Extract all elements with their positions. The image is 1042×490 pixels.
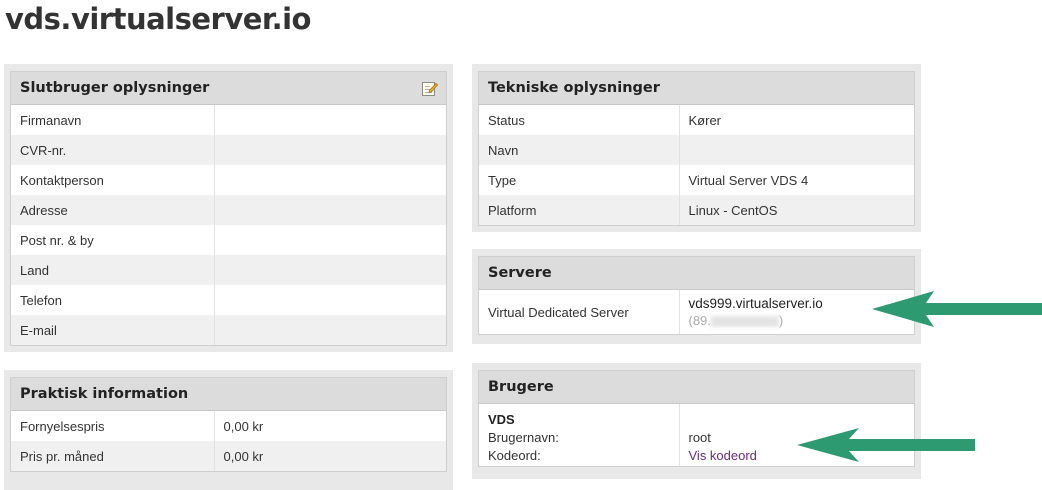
enduser-row: Telefon bbox=[11, 285, 446, 315]
page-title: vds.virtualserver.io bbox=[5, 2, 311, 36]
show-password-link[interactable]: Vis kodeord bbox=[689, 448, 757, 463]
enduser-row-value bbox=[214, 105, 446, 135]
practical-row-value: 0,00 kr bbox=[214, 411, 446, 441]
enduser-row-value bbox=[214, 225, 446, 255]
enduser-row-label: Land bbox=[11, 255, 215, 285]
technical-row-value: Kører bbox=[679, 105, 914, 135]
servers-panel: Servere Virtual Dedicated Server vds999.… bbox=[472, 249, 921, 344]
users-labels: VDS Brugernavn: Kodeord: bbox=[479, 404, 680, 466]
server-ip-redacted bbox=[710, 316, 779, 328]
enduser-panel-inner: Slutbruger oplysninger Firmanavn CVR-nr. K… bbox=[10, 71, 447, 346]
enduser-row-value bbox=[214, 135, 446, 165]
technical-row-value: Virtual Server VDS 4 bbox=[679, 165, 914, 195]
servers-panel-inner: Servere Virtual Dedicated Server vds999.… bbox=[478, 256, 915, 335]
enduser-row-label: Firmanavn bbox=[11, 105, 215, 135]
technical-table: Status Kører Navn Type Virtual Server VDS 4P… bbox=[479, 105, 914, 225]
edit-note-icon[interactable] bbox=[421, 80, 438, 97]
enduser-row-value bbox=[214, 195, 446, 225]
technical-row-label: Navn bbox=[479, 135, 680, 165]
technical-row-label: Status bbox=[479, 105, 680, 135]
enduser-row-value bbox=[214, 165, 446, 195]
practical-table: Fornyelsespris 0,00 kr Pris pr. måned 0,00 … bbox=[11, 411, 446, 471]
arrow-icon-credentials bbox=[797, 428, 975, 462]
enduser-panel-title: Slutbruger oplysninger bbox=[20, 80, 210, 96]
practical-row: Pris pr. måned 0,00 kr bbox=[11, 441, 446, 471]
server-label: Virtual Dedicated Server bbox=[479, 290, 680, 334]
enduser-row: Firmanavn bbox=[11, 105, 446, 135]
servers-panel-title: Servere bbox=[488, 265, 552, 281]
enduser-row-label: Post nr. & by bbox=[11, 225, 215, 255]
enduser-row-value bbox=[214, 285, 446, 315]
technical-panel-header: Tekniske oplysninger bbox=[479, 72, 914, 105]
enduser-row: Land bbox=[11, 255, 446, 285]
servers-panel-header: Servere bbox=[479, 257, 914, 290]
practical-panel-title: Praktisk information bbox=[20, 386, 189, 402]
enduser-row: CVR-nr. bbox=[11, 135, 446, 165]
enduser-row: Post nr. & by bbox=[11, 225, 446, 255]
practical-panel-header: Praktisk information bbox=[11, 378, 446, 411]
technical-row-label: Type bbox=[479, 165, 680, 195]
technical-row: Status Kører bbox=[479, 105, 914, 135]
technical-panel-inner: Tekniske oplysninger Status Kører Navn Type… bbox=[478, 71, 915, 226]
technical-row-value bbox=[679, 135, 914, 165]
practical-row-value: 0,00 kr bbox=[214, 441, 446, 471]
practical-panel-inner: Praktisk information Fornyelsespris 0,00 … bbox=[10, 377, 447, 472]
users-group-label: VDS bbox=[488, 412, 515, 427]
technical-row: Type Virtual Server VDS 4 bbox=[479, 165, 914, 195]
users-group-spacer bbox=[689, 411, 906, 429]
technical-row: Navn bbox=[479, 135, 914, 165]
username-label: Brugernavn: bbox=[488, 430, 559, 445]
enduser-row-label: Kontaktperson bbox=[11, 165, 215, 195]
practical-row-label: Fornyelsespris bbox=[11, 411, 215, 441]
enduser-row-value bbox=[214, 315, 446, 345]
enduser-panel: Slutbruger oplysninger Firmanavn CVR-nr. K… bbox=[4, 64, 453, 352]
servers-table: Virtual Dedicated Server vds999.virtuals… bbox=[479, 290, 914, 334]
server-row: Virtual Dedicated Server vds999.virtuals… bbox=[479, 290, 914, 334]
password-label: Kodeord: bbox=[488, 448, 541, 463]
users-panel-title: Brugere bbox=[488, 379, 554, 395]
technical-row: Platform Linux - CentOS bbox=[479, 195, 914, 225]
technical-panel: Tekniske oplysninger Status Kører Navn Type… bbox=[472, 64, 921, 232]
enduser-row-label: CVR-nr. bbox=[11, 135, 215, 165]
enduser-row-value bbox=[214, 255, 446, 285]
practical-row-label: Pris pr. måned bbox=[11, 441, 215, 471]
enduser-row: Kontaktperson bbox=[11, 165, 446, 195]
enduser-table: Firmanavn CVR-nr. Kontaktperson Adresse Post… bbox=[11, 105, 446, 345]
practical-row: Fornyelsespris 0,00 kr bbox=[11, 411, 446, 441]
arrow-icon-server bbox=[872, 291, 1042, 327]
enduser-row: Adresse bbox=[11, 195, 446, 225]
technical-row-label: Platform bbox=[479, 195, 680, 225]
server-ip-suffix: ) bbox=[778, 313, 784, 328]
technical-row-value: Linux - CentOS bbox=[679, 195, 914, 225]
enduser-row-label: Adresse bbox=[11, 195, 215, 225]
enduser-panel-header: Slutbruger oplysninger bbox=[11, 72, 446, 105]
enduser-row-label: E-mail bbox=[11, 315, 215, 345]
enduser-row: E-mail bbox=[11, 315, 446, 345]
practical-panel: Praktisk information Fornyelsespris 0,00 … bbox=[4, 370, 453, 490]
users-panel-header: Brugere bbox=[479, 371, 914, 404]
server-ip-prefix: (89. bbox=[688, 313, 711, 328]
enduser-row-label: Telefon bbox=[11, 285, 215, 315]
technical-panel-title: Tekniske oplysninger bbox=[488, 80, 660, 96]
